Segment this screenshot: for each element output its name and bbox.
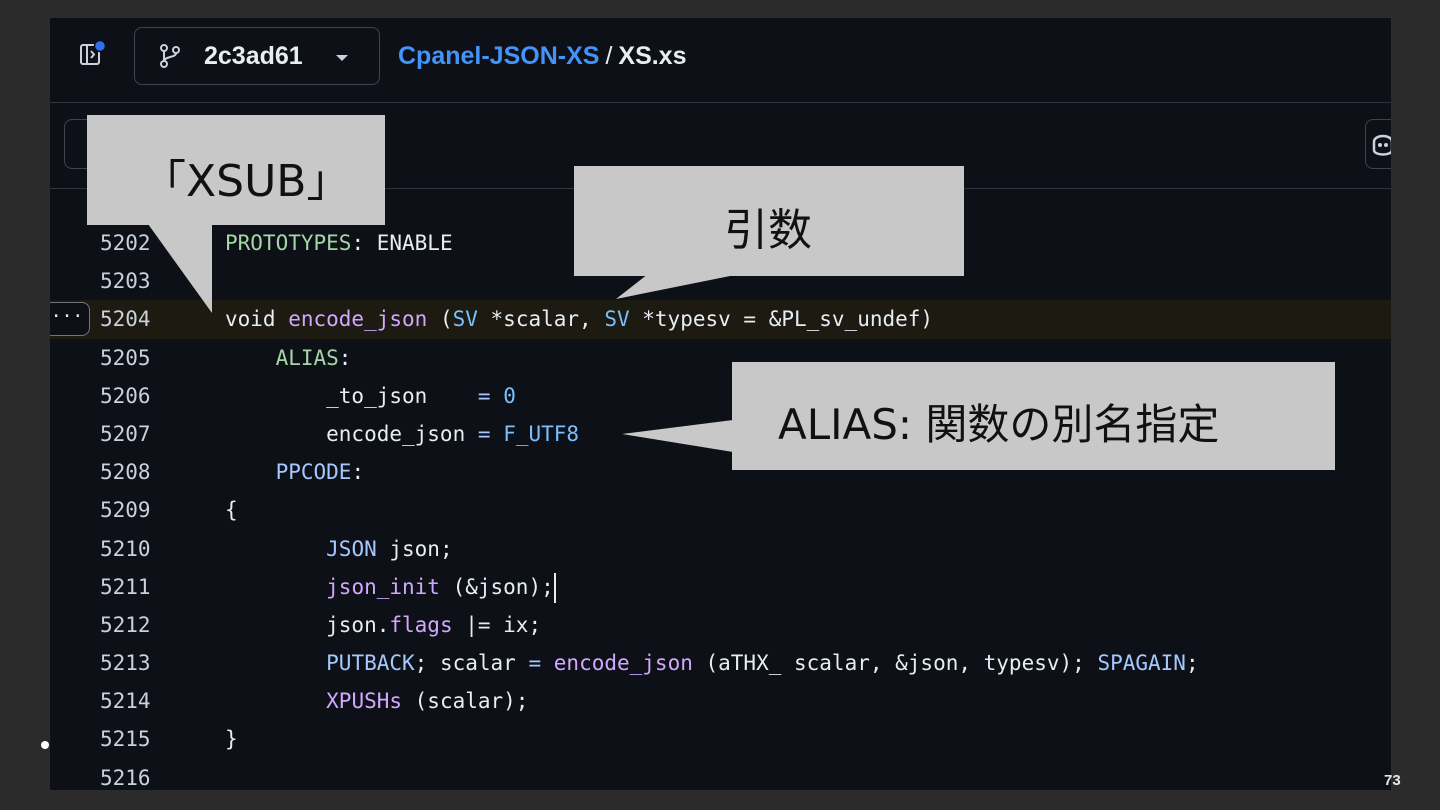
breadcrumb-repo-link[interactable]: Cpanel-JSON-XS [398, 42, 599, 70]
code-line: 5215 } [50, 720, 1391, 758]
code-line: 5209 { [50, 491, 1391, 529]
code-line: 5214 XPUSHs (scalar); [50, 682, 1391, 720]
code-text: PPCODE: [275, 460, 365, 485]
line-number[interactable]: 5210 [100, 530, 180, 568]
more-options-button[interactable]: ··· [50, 302, 90, 337]
line-number[interactable]: 5214 [100, 682, 180, 720]
line-number[interactable]: 5203 [100, 262, 180, 300]
line-number[interactable]: 5208 [100, 453, 180, 491]
text-cursor [553, 572, 556, 603]
code-text: _to_json = 0 [225, 383, 516, 408]
git-branch-icon [160, 44, 180, 68]
line-number[interactable]: 5207 [100, 415, 180, 453]
args-callout-text: 引数 [724, 205, 812, 256]
code-listing: 5202 PROTOTYPES: ENABLE 5203 ··· 5204 vo… [50, 224, 1391, 790]
sidebar-toggle-icon[interactable] [80, 40, 106, 66]
line-number[interactable]: 5216 [100, 759, 180, 790]
copilot-button[interactable] [1365, 119, 1391, 169]
breadcrumb: Cpanel-JSON-XS / XS.xs [398, 42, 687, 71]
breadcrumb-separator: / [605, 42, 613, 70]
file-header: 2c3ad61 Cpanel-JSON-XS / XS.xs [50, 18, 1391, 103]
code-text: ALIAS: [275, 345, 352, 370]
code-text: JSON json; [326, 536, 453, 561]
code-text: json.flags |= ix; [225, 612, 542, 637]
alias-callout: ALIAS: 関数の別名指定 [732, 362, 1335, 470]
code-text: XPUSHs (scalar); [326, 689, 529, 714]
code-line: 5211 json_init (&json); [50, 568, 1391, 606]
line-number[interactable]: 5209 [100, 491, 180, 529]
line-number[interactable]: 5204 [100, 300, 180, 338]
code-text: PROTOTYPES: ENABLE [225, 231, 453, 255]
code-line: 5216 [50, 759, 1391, 790]
slide-bullet [41, 741, 49, 749]
code-line-highlighted: ··· 5204 void encode_json (SV *scalar, S… [50, 300, 1391, 339]
slide-number: 73 [1384, 772, 1401, 789]
chevron-down-icon [336, 55, 348, 61]
line-number[interactable]: 5202 [100, 224, 180, 262]
branch-name: 2c3ad61 [204, 42, 303, 70]
code-text: PUTBACK; scalar = encode_json (aTHX_ sca… [326, 651, 1199, 676]
xsub-callout: 「XSUB」 [87, 115, 385, 225]
branch-selector-button[interactable]: 2c3ad61 [134, 27, 380, 85]
line-number[interactable]: 5215 [100, 720, 180, 758]
line-number[interactable]: 5205 [100, 339, 180, 377]
line-number[interactable]: 5211 [100, 568, 180, 606]
code-text: { [225, 498, 238, 523]
line-number[interactable]: 5212 [100, 606, 180, 644]
line-number[interactable]: 5206 [100, 377, 180, 415]
code-line: 5210 JSON json; [50, 530, 1391, 568]
args-callout: 引数 [574, 166, 964, 276]
code-text: json_init (&json); [225, 568, 556, 606]
line-number[interactable]: 5213 [100, 644, 180, 682]
code-text: } [225, 727, 238, 752]
code-line: 5213 PUTBACK; scalar = encode_json (aTHX… [50, 644, 1391, 682]
code-text: encode_json = F_UTF8 [225, 421, 580, 446]
alias-callout-text: ALIAS: 関数の別名指定 [778, 400, 1220, 449]
xsub-callout-text: 「XSUB」 [142, 156, 351, 207]
code-line: 5212 json.flags |= ix; [50, 606, 1391, 644]
code-text: void encode_json (SV *scalar, SV *typesv… [225, 307, 934, 332]
breadcrumb-file-name: XS.xs [618, 42, 687, 70]
copilot-icon [1372, 134, 1391, 156]
